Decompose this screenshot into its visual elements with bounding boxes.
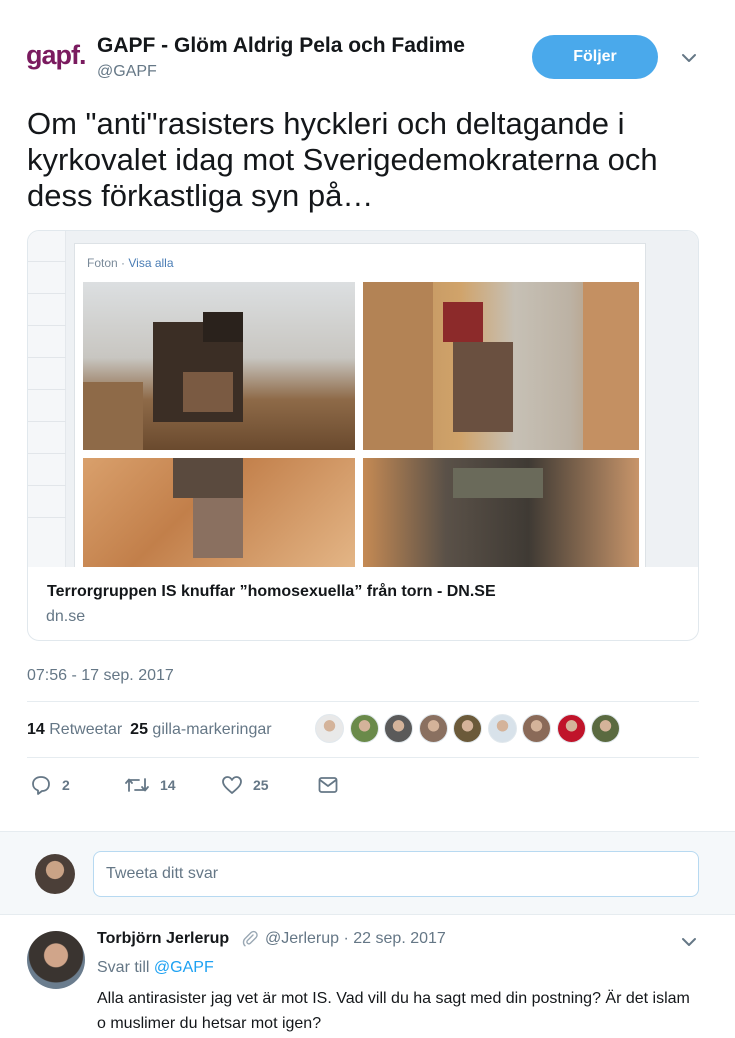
liker-avatar[interactable] [487,714,517,743]
like-action[interactable]: 25 [221,774,269,796]
current-user-avatar[interactable] [35,854,75,894]
tweet-text: Om "anti"rasisters hyckleri och deltagan… [27,106,658,213]
reply-meta: @Jerlerup · 22 sep. 2017 [241,930,446,948]
photo-thumbnail [83,458,355,567]
card-image[interactable]: Foton · Visa alla [28,231,698,567]
tweet-stats: 14 Retweetar 25 gilla-markeringar [27,718,280,742]
card-title[interactable]: Terrorgruppen IS knuffar ”homosexuella” … [47,583,496,601]
reply-input[interactable] [93,851,699,897]
retweet-action[interactable]: 14 [124,774,176,796]
heart-icon [222,776,242,794]
direct-message-action[interactable] [317,774,339,796]
reply-to-mention[interactable]: @GAPF [154,959,214,976]
divider [27,757,699,758]
reply-count: 2 [62,777,70,793]
reply-icon [32,776,50,795]
liker-avatar[interactable] [349,714,379,743]
retweets-stat[interactable]: 14 Retweetar [27,721,122,739]
reply-text: Alla antirasister jag vet är mot IS. Vad… [97,990,690,1032]
reply-author-handle[interactable]: @Jerlerup [265,930,339,948]
photo-thumbnail [363,458,639,567]
reply-to-line: Svar till @GAPF [97,959,214,976]
liker-avatar[interactable] [384,714,413,743]
reply-date[interactable]: · 22 sep. 2017 [344,930,446,948]
paperclip-icon [242,930,258,947]
photo-panel: Foton · Visa alla [74,243,646,567]
author-display-name[interactable]: GAPF - Glöm Aldrig Pela och Fadime [97,34,465,58]
liker-avatar[interactable] [418,714,448,743]
retweet-icon [125,778,149,792]
like-count: 25 [253,777,269,793]
photo-thumbnail [83,282,355,450]
retweet-count: 14 [160,777,176,793]
reply-composer [0,831,735,915]
chevron-down-icon[interactable] [680,50,698,66]
photos-label: Foton [87,256,118,270]
show-all-link: Visa alla [128,256,174,270]
tweet-timestamp[interactable]: 07:56 - 17 sep. 2017 [27,667,174,685]
liker-avatar[interactable] [453,714,482,743]
photo-thumbnail [363,282,639,450]
reply-action[interactable]: 2 [30,774,70,796]
liker-avatars [315,714,626,743]
chevron-down-icon[interactable] [680,934,698,950]
liker-avatar[interactable] [556,714,586,743]
likes-stat[interactable]: 25 gilla-markeringar [130,721,271,739]
liker-avatar[interactable] [591,714,620,743]
avatar[interactable] [27,931,85,989]
screenshot-sidebar [28,231,66,567]
liker-avatar[interactable] [315,714,344,743]
liker-avatar[interactable] [522,714,551,743]
author-handle[interactable]: @GAPF [97,63,157,81]
reply-tweet: Torbjörn Jerlerup @Jerlerup · 22 sep. 20… [0,916,735,1038]
photo-panel-header: Foton · Visa alla [87,256,174,270]
gapf-logo[interactable]: gapf. [26,40,88,80]
card-domain: dn.se [46,608,86,625]
divider [27,701,699,702]
link-card[interactable]: Foton · Visa alla Terrorgruppen IS knuff… [27,230,699,641]
reply-author-name[interactable]: Torbjörn Jerlerup [97,930,229,948]
follow-button[interactable]: Följer [532,35,658,79]
envelope-icon [318,777,338,793]
